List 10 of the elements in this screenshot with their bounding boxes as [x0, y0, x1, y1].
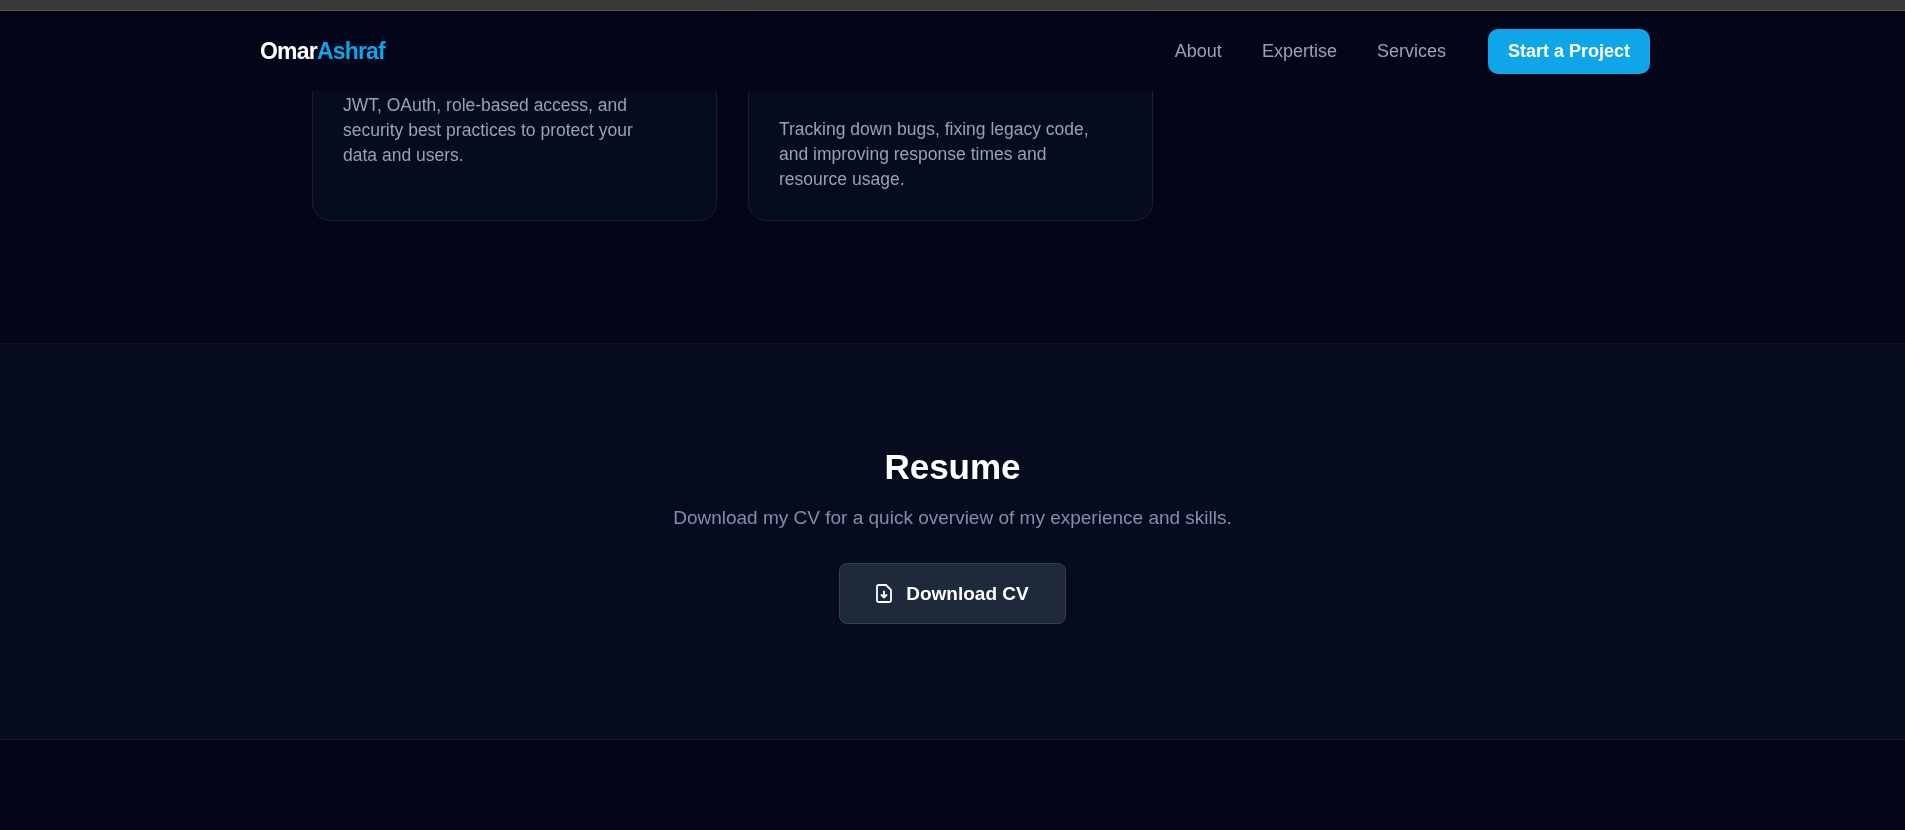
nav-link[interactable]: Expertise [1261, 40, 1337, 62]
section-title: Resume [884, 447, 1021, 487]
nav-link[interactable]: Services [1376, 40, 1446, 62]
file-download-icon [876, 584, 893, 603]
nav-link[interactable]: About [1174, 40, 1222, 62]
logo[interactable]: OmarAshraf [260, 37, 385, 65]
card-description: JWT, OAuth, role-based access, and security best practices to protect your data and users. [343, 94, 634, 167]
download-cv-button[interactable]: Download CV [839, 563, 1066, 624]
card-description: Tracking down bugs, fixing legacy code, and improving response times and resource usage. [779, 118, 1090, 191]
section-subtitle: Download my CV for a quick overview of my experience and skills. [673, 507, 1232, 529]
